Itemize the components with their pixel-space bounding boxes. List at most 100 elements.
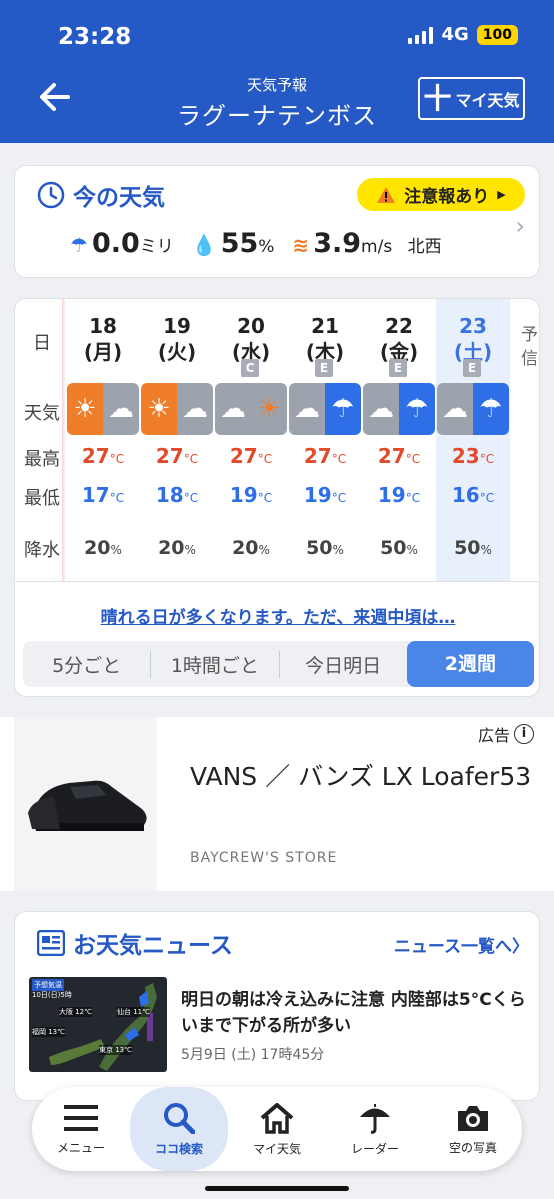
warning-icon xyxy=(377,186,396,203)
high-temp: 27°C xyxy=(229,444,273,468)
sun-icon: ☀ xyxy=(67,383,103,435)
app-header: 23:28 4G 100 天気予報 ラグーナテンボス 十 マイ天気 xyxy=(0,0,554,143)
nav-search[interactable]: ココ検索 xyxy=(130,1087,228,1171)
high-temp: 27°C xyxy=(303,444,347,468)
forecast-day-column[interactable]: 18 (月) ☀ ☁ 27°C 17°C 20% xyxy=(66,299,140,581)
camera-icon xyxy=(458,1105,488,1131)
forecast-grid: 日 天気 最高 最低 降水 予信 18 (月) ☀ ☁ 27°C 17°C 20% 19 (火)… xyxy=(15,299,539,581)
current-weather-card[interactable]: 今の天気 注意報あり ▶ ☂ 0.0ミリ 💧 55% ≋ 3.9m/s 北西 › xyxy=(14,165,540,278)
nav-sky-photos[interactable]: 空の写真 xyxy=(424,1087,522,1171)
high-temp: 27°C xyxy=(81,444,125,468)
home-indicator xyxy=(205,1186,349,1191)
plus-icon: 十 xyxy=(423,81,452,115)
ad-title[interactable]: VANS ／ バンズ LX Loafer53 xyxy=(190,757,531,793)
low-temp: 19°C xyxy=(303,483,347,507)
bottom-navigation: メニュー ココ検索 マイ天気 レーダー 空の写真 xyxy=(32,1087,522,1171)
news-list-link[interactable]: ニュース一覧へ〉 xyxy=(394,932,529,957)
sun-icon: ☀ xyxy=(141,383,177,435)
forecast-day-column[interactable]: 21 (木) E ☁ ☂ 27°C 19°C 50% xyxy=(288,299,362,581)
reliability-badge: E xyxy=(463,359,481,377)
cloud-icon: ☁ xyxy=(103,383,139,435)
forecast-date: 19 (火) xyxy=(157,314,197,364)
chevron-right-icon: › xyxy=(515,212,525,240)
map-label-tokyo: 東京 13℃ xyxy=(99,1045,132,1055)
map-subcaption: 10日(日)5時 xyxy=(32,991,72,999)
my-weather-label: マイ天気 xyxy=(455,90,520,110)
forecast-day-column[interactable]: 20 (水) C ☁ ☀ 27°C 19°C 20% xyxy=(214,299,288,581)
more-label: 予信 xyxy=(521,325,538,369)
low-temp: 19°C xyxy=(229,483,273,507)
info-icon[interactable]: i xyxy=(514,724,535,744)
tab-5min[interactable]: 5分ごと xyxy=(23,650,152,678)
search-icon xyxy=(164,1102,195,1134)
news-headline[interactable]: 明日の朝は冷え込みに注意 内陸部は5°Cくらいまで下がる所が多い xyxy=(181,987,526,1039)
tab-2weeks[interactable]: 2週間 xyxy=(406,641,534,687)
low-temp: 16°C xyxy=(451,483,495,507)
add-my-weather-button[interactable]: 十 マイ天気 xyxy=(418,77,525,120)
forecast-date: 21 (木) xyxy=(305,314,345,364)
nav-my-weather[interactable]: マイ天気 xyxy=(228,1087,326,1171)
cloud-icon: ☁ xyxy=(215,383,251,435)
map-label-fukuoka: 福岡 13℃ xyxy=(32,1027,65,1037)
tab-today-tomorrow[interactable]: 今日明日 xyxy=(280,651,407,678)
forecast-day-column[interactable]: 23 (土) E ☁ ☂ 23°C 16°C 50% xyxy=(436,299,510,581)
nav-menu[interactable]: メニュー xyxy=(32,1087,130,1171)
ad-store: BAYCREW'S STORE xyxy=(190,850,338,866)
weather-icon: ☀ ☁ xyxy=(141,383,213,435)
rain-icon: ☂ xyxy=(473,383,509,435)
forecast-date: 22 (金) xyxy=(379,314,419,364)
rain-chance: 20% xyxy=(232,537,270,559)
rain-cloud-icon: ☂ xyxy=(70,233,88,257)
reliability-badge: E xyxy=(389,359,407,377)
precipitation: ☂ 0.0ミリ xyxy=(70,228,174,259)
chevron-right-icon: 〉 xyxy=(512,937,529,957)
cloud-icon: ☁ xyxy=(177,383,213,435)
wind-icon: ≋ xyxy=(292,233,310,257)
tab-1hour[interactable]: 1時間ごと xyxy=(151,650,280,678)
forecast-date: 23 (土) xyxy=(453,314,493,364)
forecast-message-link[interactable]: 晴れる日が多くなります。ただ、来週中頃は… xyxy=(15,603,539,628)
alert-badge[interactable]: 注意報あり ▶ xyxy=(357,178,525,211)
high-temp: 27°C xyxy=(377,444,421,468)
weather-news-card: お天気ニュース ニュース一覧へ〉 予想気温 10日(日)5時 大阪 12℃ 仙台… xyxy=(14,911,540,1101)
divider xyxy=(15,581,539,582)
reliability-badge: E xyxy=(315,359,333,377)
newspaper-icon xyxy=(37,930,65,956)
rain-chance: 20% xyxy=(84,537,122,559)
news-thumbnail[interactable]: 予想気温 10日(日)5時 大阪 12℃ 仙台 11℃ 福岡 13℃ 東京 13… xyxy=(29,977,167,1072)
rain-chance: 20% xyxy=(158,537,196,559)
signal-icon xyxy=(408,26,434,44)
low-temp: 17°C xyxy=(81,483,125,507)
ad-image[interactable] xyxy=(14,717,157,891)
forecast-day-column[interactable]: 22 (金) E ☁ ☂ 27°C 19°C 50% xyxy=(362,299,436,581)
forecast-date: 18 (月) xyxy=(83,314,123,364)
menu-icon xyxy=(64,1104,98,1131)
status-time: 23:28 xyxy=(58,24,132,50)
rain-chance: 50% xyxy=(454,537,492,559)
weather-icon: ☁ ☂ xyxy=(289,383,361,435)
rain-icon: ☂ xyxy=(325,383,361,435)
low-temp: 18°C xyxy=(155,483,199,507)
label-high: 最高 xyxy=(24,449,60,470)
weather-icon: ☁ ☂ xyxy=(363,383,435,435)
forecast-date: 20 (水) xyxy=(231,314,271,364)
status-indicators: 4G 100 xyxy=(408,24,518,45)
ad-label[interactable]: 広告 i xyxy=(478,722,535,746)
nav-radar[interactable]: レーダー xyxy=(326,1087,424,1171)
label-rain: 降水 xyxy=(24,540,60,561)
forecast-day-column[interactable]: 19 (火) ☀ ☁ 27°C 18°C 20% xyxy=(140,299,214,581)
cloud-icon: ☁ xyxy=(363,383,399,435)
label-weather: 天気 xyxy=(24,403,60,424)
wind: ≋ 3.9m/s 北西 xyxy=(292,228,442,259)
shoe-image xyxy=(28,780,147,831)
high-temp: 23°C xyxy=(451,444,495,468)
triangle-right-icon: ▶ xyxy=(497,188,506,201)
reliability-badge: C xyxy=(241,359,259,377)
weather-icon: ☀ ☁ xyxy=(67,383,139,435)
news-date: 5月9日 (土) 17時45分 xyxy=(181,1047,325,1063)
news-title: お天気ニュース xyxy=(37,926,233,960)
ad-banner[interactable]: 広告 i VANS ／ バンズ LX Loafer53 BAYCREW'S ST… xyxy=(0,717,554,891)
map-label-osaka: 大阪 12℃ xyxy=(59,1007,92,1017)
droplet-icon: 💧 xyxy=(191,233,217,257)
clock-icon xyxy=(37,181,65,209)
